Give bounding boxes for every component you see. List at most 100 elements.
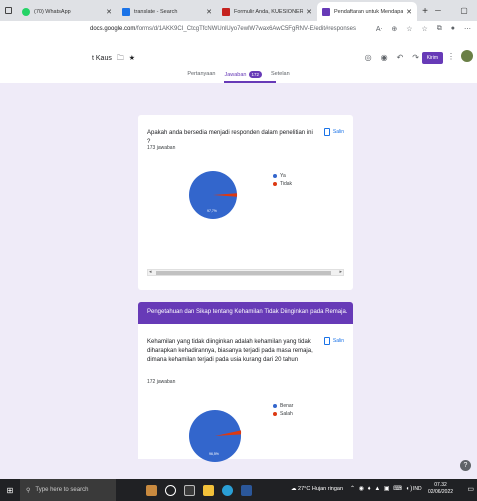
- weather-text: 27°C Hujan ringan: [298, 486, 344, 492]
- legend-item: Tidak: [273, 180, 292, 188]
- forms-header: t Kaus 🗀 ★ ◎ ◉ ↶ ↷ Kirim ⋮ Pertanyaan Ja…: [0, 41, 477, 83]
- preview-icon[interactable]: ◉: [381, 53, 388, 62]
- tab-gmail[interactable]: Formulir Anda, KUESIONER GAN ✕: [217, 2, 317, 21]
- chart-legend: Benar Salah: [273, 402, 293, 418]
- search-placeholder: Type here to search: [35, 487, 89, 493]
- legend-item: Ya: [273, 172, 292, 180]
- chart-legend: Ya Tidak: [273, 172, 292, 188]
- minimize-button[interactable]: ─: [425, 0, 451, 21]
- tab-whatsapp[interactable]: (70) WhatsApp ✕: [17, 2, 117, 21]
- legend-dot: [273, 173, 277, 178]
- tab-actions-button[interactable]: [0, 0, 17, 21]
- address-bar-icons: Aᐧ ⊕ ☆ ☆ ⧉ ● ⋯: [376, 25, 471, 33]
- search-icon: [122, 7, 130, 16]
- pie-label: 97,7%: [207, 209, 217, 213]
- scroll-right-arrow[interactable]: ▸: [339, 269, 342, 275]
- taskbar-search-input[interactable]: ⚲ Type here to search: [20, 479, 116, 501]
- horizontal-scrollbar[interactable]: ◂ ▸: [147, 269, 344, 276]
- notification-icon[interactable]: ▭: [467, 485, 474, 493]
- responses-count-badge: 172: [248, 71, 263, 78]
- copy-label: Salin: [332, 129, 344, 135]
- clock[interactable]: 07.32 02/06/2022: [428, 482, 453, 496]
- forms-icon: [322, 7, 330, 16]
- folder-icon[interactable]: [203, 484, 214, 496]
- windows-start-icon[interactable]: ⊞: [0, 479, 20, 501]
- url-field[interactable]: docs.google.com/forms/d/1AKK9CI_CtcgTfcN…: [90, 26, 356, 32]
- star-icon[interactable]: ★: [129, 55, 135, 62]
- legend-label: Tidak: [280, 181, 293, 187]
- weather-widget[interactable]: ☁ 27°C Hujan ringan: [291, 486, 343, 492]
- legend-item: Salah: [273, 410, 293, 418]
- window-controls: ─ ▢: [425, 0, 477, 21]
- avatar[interactable]: [461, 50, 473, 62]
- question-card: Kehamilan yang tidak diinginkan adalah k…: [138, 324, 353, 462]
- collections-icon[interactable]: ⧉: [437, 25, 442, 33]
- profile-icon[interactable]: ●: [451, 25, 455, 33]
- tab-label: Formulir Anda, KUESIONER GAN: [234, 8, 304, 15]
- edge-icon[interactable]: [222, 484, 233, 496]
- tab-translate[interactable]: translate - Search ✕: [117, 2, 217, 21]
- send-button[interactable]: Kirim: [421, 52, 443, 64]
- doc-title-text[interactable]: t Kaus: [92, 55, 112, 62]
- legend-dot: [273, 411, 277, 416]
- language-indicator[interactable]: IND: [413, 486, 422, 492]
- pie-chart: 97,7%: [189, 171, 238, 219]
- form-tabs: Pertanyaan Jawaban 172 Setelan: [0, 68, 477, 83]
- section-header: Pengetahuan dan Sikap tentang Kehamilan …: [138, 302, 353, 324]
- word-icon[interactable]: [241, 484, 252, 496]
- zoom-icon[interactable]: ⊕: [391, 25, 397, 33]
- clock-date: 02/06/2022: [428, 489, 454, 495]
- system-tray[interactable]: ⌃ ◉ ♦ ▲ ▣ ⌨ ◖): [350, 485, 413, 492]
- clock-time: 07.32: [434, 482, 447, 488]
- more-vert-icon[interactable]: ⋮: [447, 52, 455, 61]
- copy-chart-button[interactable]: Salin: [323, 337, 344, 345]
- read-aloud-icon[interactable]: Aᐧ: [376, 25, 382, 33]
- question-text: Kehamilan yang tidak diinginkan adalah k…: [147, 339, 313, 363]
- search-icon: ⚲: [26, 487, 31, 494]
- question-card: Apakah anda bersedia menjadi responden d…: [138, 115, 353, 290]
- tab-label: (70) WhatsApp: [34, 8, 71, 15]
- response-count: 172 jawaban: [147, 379, 176, 385]
- tab-responses-label: Jawaban: [224, 72, 247, 78]
- browser-tab-bar: (70) WhatsApp ✕ translate - Search ✕ For…: [0, 0, 477, 21]
- legend-label: Ya: [280, 173, 286, 179]
- taskbar-apps: [146, 484, 252, 496]
- header-icons: ◎ ◉ ↶ ↷: [365, 53, 419, 62]
- copy-label: Salin: [332, 338, 344, 344]
- file-explorer-icon[interactable]: [184, 484, 195, 496]
- tab-questions[interactable]: Pertanyaan: [187, 68, 215, 83]
- gmail-icon: [222, 7, 230, 16]
- folder-icon[interactable]: 🗀: [117, 55, 124, 62]
- restore-button[interactable]: ▢: [451, 0, 477, 21]
- whatsapp-icon: [22, 7, 30, 16]
- tab-responses[interactable]: Jawaban 172: [224, 68, 276, 83]
- tab-label: Pendaftaran untuk Mendapat Ku: [334, 8, 404, 15]
- favorite-icon[interactable]: ☆: [406, 25, 412, 33]
- copy-icon: [323, 337, 330, 345]
- redo-icon[interactable]: ↷: [412, 53, 419, 62]
- legend-dot: [273, 403, 277, 408]
- pie-label: 96,5%: [209, 452, 219, 456]
- weather-icon: ☁: [291, 486, 299, 492]
- close-icon[interactable]: ✕: [206, 8, 212, 16]
- copy-chart-button[interactable]: Salin: [323, 128, 344, 136]
- task-view-icon[interactable]: [165, 484, 176, 496]
- legend-dot: [273, 181, 277, 186]
- legend-label: Benar: [280, 403, 294, 409]
- close-icon[interactable]: ✕: [306, 8, 312, 16]
- widget-icon[interactable]: [146, 484, 157, 496]
- undo-icon[interactable]: ↶: [397, 53, 404, 62]
- favorites-bar-icon[interactable]: ☆: [421, 25, 427, 33]
- url-domain: docs.google.com: [90, 26, 136, 32]
- more-icon[interactable]: ⋯: [464, 25, 471, 33]
- close-icon[interactable]: ✕: [406, 8, 412, 16]
- help-icon[interactable]: ?: [460, 460, 471, 471]
- close-icon[interactable]: ✕: [106, 8, 112, 16]
- windows-taskbar: ⊞ ⚲ Type here to search ☁ 27°C Hujan ring…: [0, 479, 477, 501]
- tab-forms[interactable]: Pendaftaran untuk Mendapat Ku ✕: [317, 2, 417, 21]
- tab-settings[interactable]: Setelan: [271, 68, 290, 83]
- scroll-thumb[interactable]: [156, 271, 331, 275]
- pie-chart: 96,5%: [189, 410, 242, 462]
- scroll-left-arrow[interactable]: ◂: [149, 269, 152, 275]
- palette-icon[interactable]: ◎: [365, 53, 372, 62]
